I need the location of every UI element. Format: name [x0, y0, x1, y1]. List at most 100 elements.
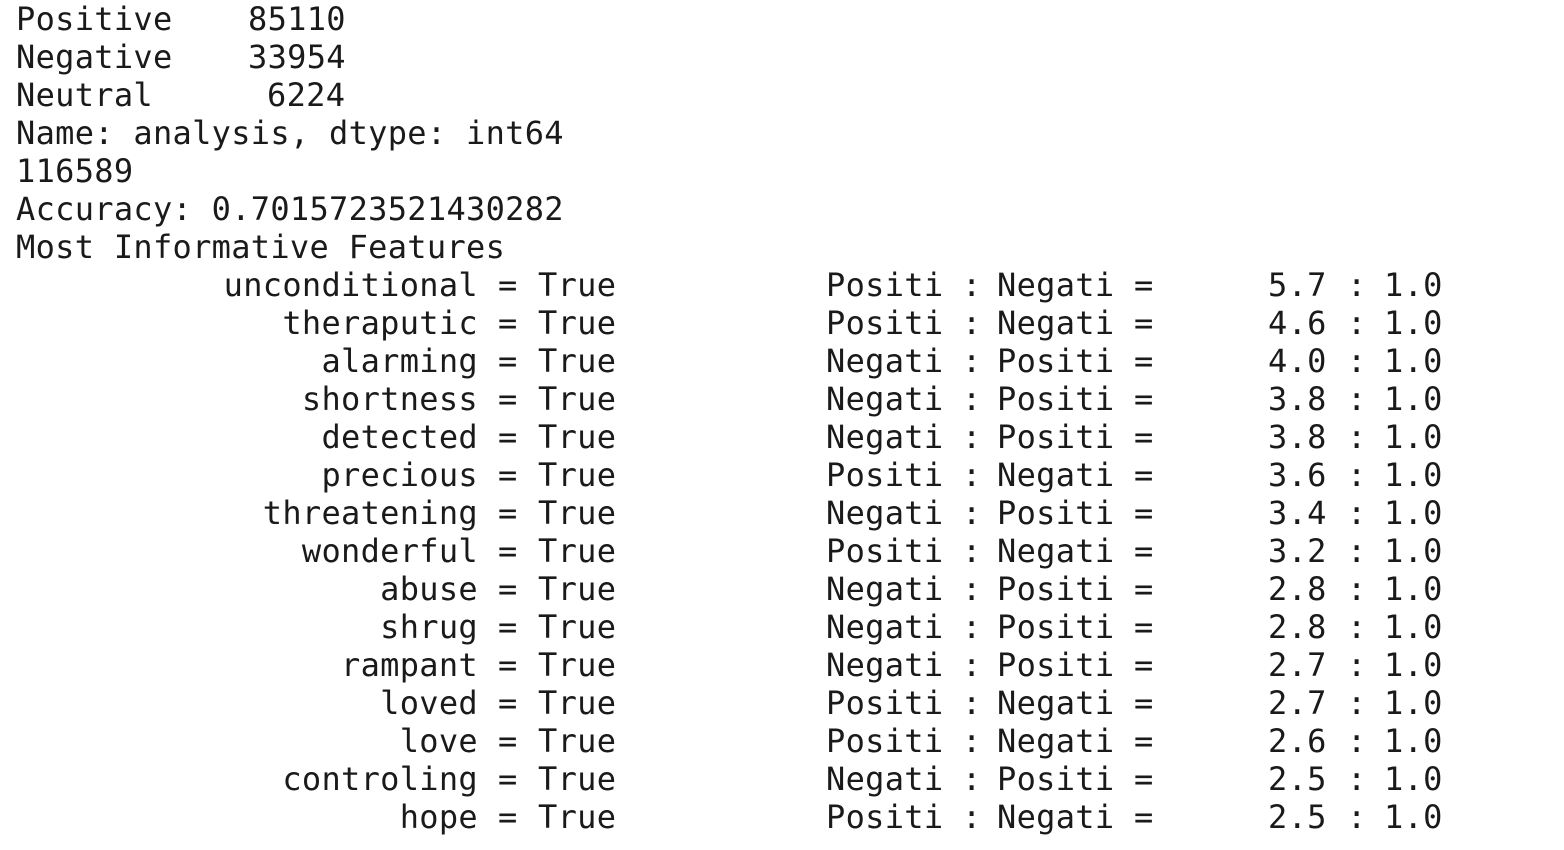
- feature-value: True: [538, 722, 617, 760]
- count-label: Positive: [16, 0, 173, 38]
- ratio-value: 2.7: [1268, 646, 1327, 684]
- equals-sign: =: [498, 494, 518, 532]
- ratio-separator: :: [1347, 760, 1367, 798]
- ratio-base: 1.0: [1384, 532, 1443, 570]
- class-label-b: Positi: [997, 494, 1115, 532]
- equals-sign: =: [1134, 760, 1154, 798]
- class-label-a: Negati: [826, 342, 944, 380]
- total-count: 116589: [16, 152, 134, 190]
- ratio-base: 1.0: [1384, 380, 1443, 418]
- feature-name: shrug: [380, 608, 478, 646]
- class-label-b: Negati: [997, 532, 1115, 570]
- feature-value: True: [538, 532, 617, 570]
- equals-sign: =: [498, 418, 518, 456]
- feature-name: wonderful: [301, 532, 478, 570]
- ratio-base: 1.0: [1384, 266, 1443, 304]
- class-label-b: Negati: [997, 722, 1115, 760]
- equals-sign: =: [1134, 456, 1154, 494]
- equals-sign: =: [498, 342, 518, 380]
- ratio-value: 4.0: [1268, 342, 1327, 380]
- class-label-a: Positi: [826, 722, 944, 760]
- class-label-b: Positi: [997, 608, 1115, 646]
- class-label-a: Negati: [826, 418, 944, 456]
- ratio-separator: :: [1347, 684, 1367, 722]
- feature-name: theraputic: [282, 304, 478, 342]
- ratio-separator: :: [962, 684, 982, 722]
- ratio-separator: :: [962, 494, 982, 532]
- feature-row: wonderful = True Positi: Negati = 3.2:1.0: [0, 532, 1564, 570]
- ratio-separator: :: [962, 380, 982, 418]
- equals-sign: =: [1134, 570, 1154, 608]
- class-label-b: Negati: [997, 798, 1115, 836]
- feature-name: loved: [380, 684, 478, 722]
- ratio-value: 2.6: [1268, 722, 1327, 760]
- feature-name: love: [399, 722, 478, 760]
- class-label-b: Positi: [997, 646, 1115, 684]
- class-label-a: Negati: [826, 380, 944, 418]
- ratio-separator: :: [1347, 418, 1367, 456]
- equals-sign: =: [498, 760, 518, 798]
- feature-value: True: [538, 266, 617, 304]
- class-label-a: Negati: [826, 760, 944, 798]
- class-label-a: Negati: [826, 608, 944, 646]
- class-label-b: Negati: [997, 684, 1115, 722]
- equals-sign: =: [498, 266, 518, 304]
- ratio-separator: :: [1347, 304, 1367, 342]
- ratio-separator: :: [962, 456, 982, 494]
- ratio-separator: :: [1347, 494, 1367, 532]
- feature-value: True: [538, 570, 617, 608]
- class-label-a: Positi: [826, 304, 944, 342]
- equals-sign: =: [1134, 304, 1154, 342]
- console-output: Positive 85110 Negative 33954 Neutral 6224 …: [0, 0, 1564, 850]
- feature-row: rampant = True Negati: Positi = 2.7:1.0: [0, 646, 1564, 684]
- ratio-separator: :: [962, 760, 982, 798]
- ratio-base: 1.0: [1384, 646, 1443, 684]
- ratio-value: 2.7: [1268, 684, 1327, 722]
- class-label-a: Positi: [826, 532, 944, 570]
- class-label-a: Positi: [826, 266, 944, 304]
- ratio-base: 1.0: [1384, 342, 1443, 380]
- feature-row: detected = True Negati: Positi = 3.8:1.0: [0, 418, 1564, 456]
- feature-value: True: [538, 760, 617, 798]
- ratio-base: 1.0: [1384, 722, 1443, 760]
- feature-name: controling: [282, 760, 478, 798]
- feature-name: detected: [321, 418, 478, 456]
- feature-value: True: [538, 494, 617, 532]
- ratio-base: 1.0: [1384, 570, 1443, 608]
- ratio-separator: :: [962, 798, 982, 836]
- ratio-separator: :: [1347, 722, 1367, 760]
- ratio-separator: :: [962, 532, 982, 570]
- class-label-a: Positi: [826, 456, 944, 494]
- equals-sign: =: [1134, 342, 1154, 380]
- ratio-separator: :: [1347, 380, 1367, 418]
- equals-sign: =: [498, 304, 518, 342]
- ratio-base: 1.0: [1384, 684, 1443, 722]
- ratio-separator: :: [1347, 646, 1367, 684]
- ratio-base: 1.0: [1384, 760, 1443, 798]
- equals-sign: =: [498, 684, 518, 722]
- class-label-a: Negati: [826, 646, 944, 684]
- feature-row: alarming = True Negati: Positi = 4.0:1.0: [0, 342, 1564, 380]
- count-label: Negative: [16, 38, 173, 76]
- ratio-base: 1.0: [1384, 494, 1443, 532]
- feature-row: shortness = True Negati: Positi = 3.8:1.0: [0, 380, 1564, 418]
- ratio-separator: :: [1347, 456, 1367, 494]
- feature-value: True: [538, 342, 617, 380]
- feature-row: theraputic = True Positi: Negati = 4.6:1.0: [0, 304, 1564, 342]
- feature-name: precious: [321, 456, 478, 494]
- class-label-a: Negati: [826, 570, 944, 608]
- equals-sign: =: [1134, 722, 1154, 760]
- feature-name: threatening: [262, 494, 478, 532]
- ratio-separator: :: [962, 304, 982, 342]
- ratio-value: 2.8: [1268, 608, 1327, 646]
- ratio-base: 1.0: [1384, 608, 1443, 646]
- ratio-value: 2.5: [1268, 760, 1327, 798]
- ratio-value: 3.6: [1268, 456, 1327, 494]
- feature-row: controling = True Negati: Positi = 2.5:1.0: [0, 760, 1564, 798]
- feature-row: love = True Positi: Negati = 2.6:1.0: [0, 722, 1564, 760]
- feature-name: unconditional: [223, 266, 478, 304]
- count-value: 85110: [248, 0, 346, 38]
- equals-sign: =: [1134, 608, 1154, 646]
- ratio-separator: :: [962, 570, 982, 608]
- count-value: 6224: [267, 76, 346, 114]
